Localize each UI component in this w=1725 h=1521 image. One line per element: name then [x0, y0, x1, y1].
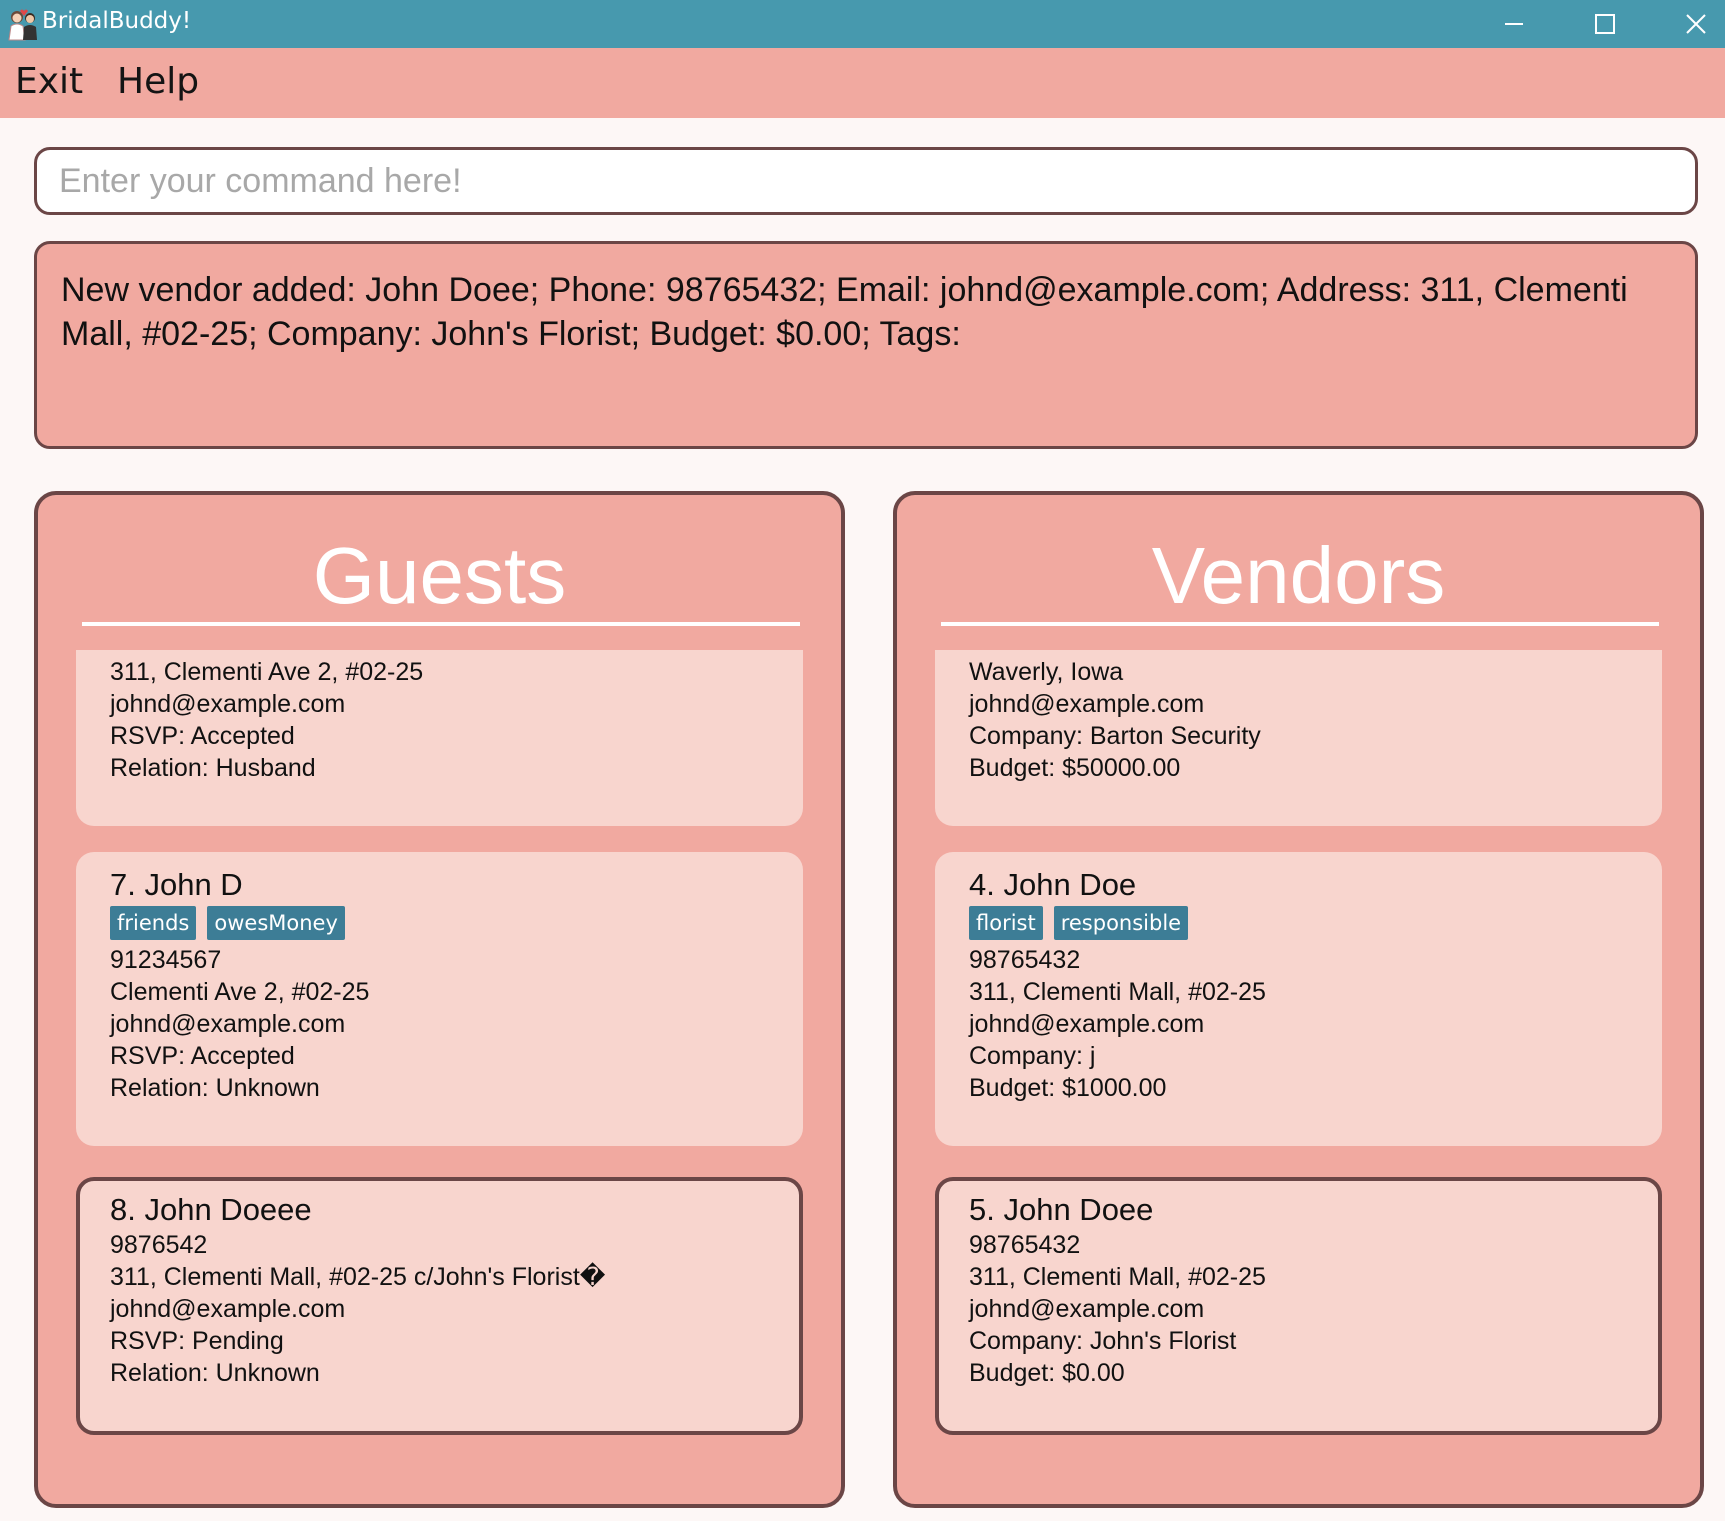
menu-exit[interactable]: Exit	[15, 61, 83, 102]
guests-title: Guests	[312, 531, 567, 620]
command-box	[34, 147, 1698, 215]
vendor-phone: 98765432	[969, 946, 1081, 974]
tag-badge: friends	[110, 906, 197, 940]
vendor-address: 311, Clementi Mall, #02-25	[969, 1263, 1266, 1291]
vendor-card-selected[interactable]: 5. John Doee 98765432 311, Clementi Mall…	[935, 1177, 1662, 1435]
guest-address: 311, Clementi Ave 2, #02-25	[110, 658, 424, 686]
vendor-email: johnd@example.com	[969, 1010, 1205, 1038]
vendor-budget: Budget: $1000.00	[969, 1074, 1167, 1102]
guests-panel: Guests 9876542 311, Clementi Ave 2, #02-…	[34, 491, 845, 1508]
vendor-company: Company: John's Florist	[969, 1327, 1237, 1355]
guest-name: 8. John Doeee	[110, 1192, 312, 1227]
guest-card-selected[interactable]: 8. John Doeee 9876542 311, Clementi Mall…	[76, 1177, 803, 1435]
guest-rsvp: RSVP: Accepted	[110, 1042, 295, 1070]
vendor-company: Company: j	[969, 1042, 1096, 1070]
maximize-icon	[1595, 14, 1615, 34]
guest-card[interactable]: 9876542 311, Clementi Ave 2, #02-25 john…	[76, 650, 803, 826]
maximize-button[interactable]	[1565, 0, 1645, 48]
vendors-title-divider	[941, 622, 1659, 626]
vendor-email: johnd@example.com	[969, 1295, 1205, 1323]
command-input[interactable]	[59, 150, 1669, 212]
guest-rsvp: RSVP: Accepted	[110, 722, 295, 750]
vendor-list[interactable]: 83129340 Waverly, Iowa johnd@example.com…	[897, 650, 1700, 1504]
close-button[interactable]	[1656, 0, 1725, 48]
vendor-phone: 98765432	[969, 1231, 1081, 1259]
guest-relation: Relation: Unknown	[110, 1074, 320, 1102]
guest-phone: 91234567	[110, 946, 222, 974]
guests-title-divider	[82, 622, 800, 626]
minimize-icon	[1505, 23, 1523, 25]
guest-list[interactable]: 9876542 311, Clementi Ave 2, #02-25 john…	[38, 650, 841, 1504]
window-title: BridalBuddy!	[42, 8, 192, 34]
vendor-card[interactable]: 4. John Doe florist responsible 98765432 …	[935, 852, 1662, 1146]
vendor-budget: Budget: $0.00	[969, 1359, 1125, 1387]
bridal-couple-icon	[6, 7, 40, 41]
result-message: New vendor added: John Doee; Phone: 9876…	[61, 271, 1628, 353]
vendor-name: 5. John Doee	[969, 1192, 1154, 1227]
vendors-panel: Vendors 83129340 Waverly, Iowa johnd@exa…	[893, 491, 1704, 1508]
vendor-tags: florist responsible	[969, 906, 1649, 944]
vendor-address: 311, Clementi Mall, #02-25	[969, 978, 1266, 1006]
tag-badge: florist	[969, 906, 1043, 940]
result-display: New vendor added: John Doee; Phone: 9876…	[34, 241, 1698, 449]
guest-name: 7. John D	[110, 867, 243, 902]
vendor-company: Company: Barton Security	[969, 722, 1261, 750]
minimize-button[interactable]	[1474, 0, 1554, 48]
tag-badge: responsible	[1053, 906, 1189, 940]
guest-email: johnd@example.com	[110, 1010, 346, 1038]
guest-address: 311, Clementi Mall, #02-25 c/John's Flor…	[110, 1263, 606, 1291]
guest-email: johnd@example.com	[110, 1295, 346, 1323]
guest-email: johnd@example.com	[110, 690, 346, 718]
title-bar: BridalBuddy!	[0, 0, 1725, 48]
menu-help[interactable]: Help	[117, 61, 199, 102]
guest-rsvp: RSVP: Pending	[110, 1327, 284, 1355]
close-icon	[1686, 14, 1706, 34]
vendors-title: Vendors	[1151, 531, 1446, 620]
guest-phone: 9876542	[110, 1231, 208, 1259]
vendor-name: 4. John Doe	[969, 867, 1137, 902]
guest-card[interactable]: 7. John D friends owesMoney 91234567 Clem…	[76, 852, 803, 1146]
guest-relation: Relation: Husband	[110, 754, 316, 782]
guest-relation: Relation: Unknown	[110, 1359, 320, 1387]
guest-tags: friends owesMoney	[110, 906, 790, 944]
vendor-address: Waverly, Iowa	[969, 658, 1124, 686]
vendor-card[interactable]: 83129340 Waverly, Iowa johnd@example.com…	[935, 650, 1662, 826]
tag-badge: owesMoney	[207, 906, 345, 940]
menu-bar: Exit Help	[0, 48, 1725, 118]
vendor-email: johnd@example.com	[969, 690, 1205, 718]
vendor-budget: Budget: $50000.00	[969, 754, 1181, 782]
guest-address: Clementi Ave 2, #02-25	[110, 978, 370, 1006]
